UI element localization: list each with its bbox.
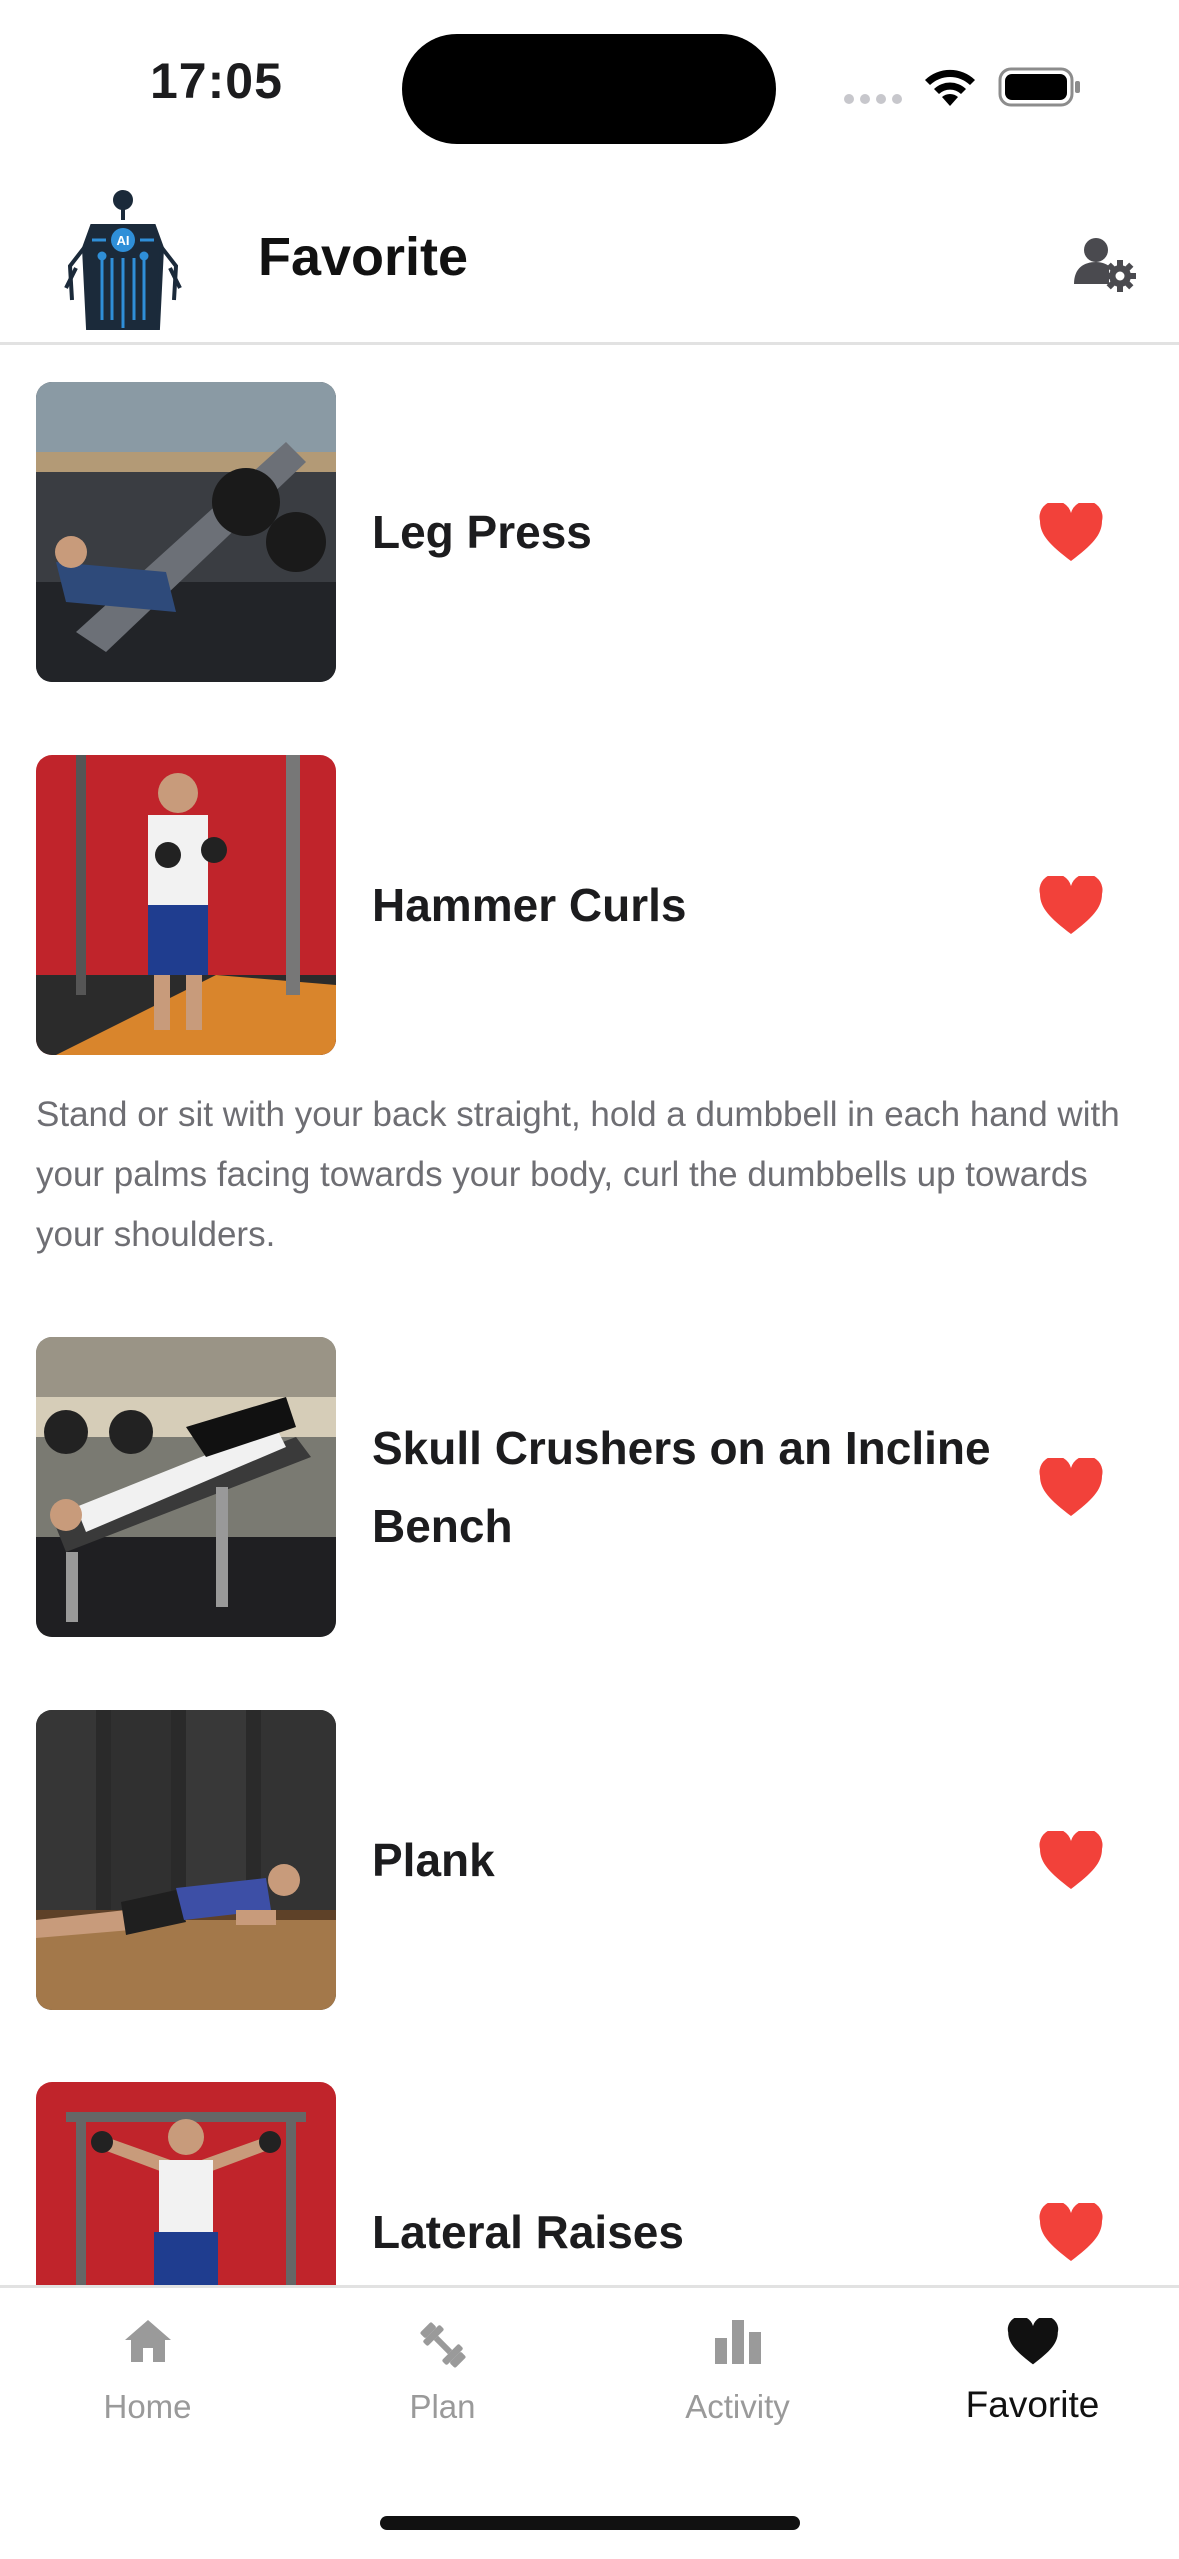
list-item[interactable]: Plank [0, 1710, 1179, 2010]
bar-chart-icon [714, 2320, 761, 2364]
dumbbell-icon [419, 2322, 466, 2368]
heart-icon[interactable] [1038, 503, 1104, 563]
exercise-thumbnail[interactable] [36, 382, 336, 682]
exercise-name: Lateral Raises [372, 2206, 684, 2258]
exercise-thumbnail[interactable] [36, 1710, 336, 2010]
exercise-name: Skull Crushers on an Incline Bench [372, 1422, 991, 1552]
tab-label: Plan [409, 2388, 476, 2425]
heart-icon[interactable] [1038, 1458, 1104, 1518]
exercise-thumbnail[interactable] [36, 755, 336, 1055]
tab-favorite[interactable]: Favorite [885, 2288, 1179, 2468]
list-item[interactable]: Hammer Curls Stand or sit with your back… [0, 755, 1179, 1265]
exercise-name: Leg Press [372, 506, 592, 558]
exercise-name: Hammer Curls [372, 879, 687, 931]
heart-icon[interactable] [1038, 2203, 1104, 2263]
app-header: AI Favorite [0, 170, 1179, 345]
tab-plan[interactable]: Plan [295, 2288, 590, 2468]
list-item[interactable]: Skull Crushers on an Incline Bench [0, 1337, 1179, 1637]
tab-label: Activity [685, 2388, 790, 2425]
tab-label: Home [103, 2388, 192, 2425]
wifi-icon [925, 69, 975, 106]
tab-label: Favorite [965, 2384, 1100, 2425]
list-item[interactable]: Leg Press [0, 382, 1179, 682]
exercise-thumbnail[interactable] [36, 1337, 336, 1637]
favorites-list[interactable]: Leg Press Hammer Curls Stand or sit with [0, 345, 1179, 2285]
exercise-thumbnail[interactable] [36, 2082, 336, 2285]
tab-home[interactable]: Home [0, 2288, 295, 2468]
app-logo: AI [64, 190, 182, 330]
logo-text: AI [117, 233, 130, 248]
dynamic-island [402, 34, 776, 144]
exercise-name: Plank [372, 1834, 495, 1886]
status-bar: 17:05 [0, 0, 1179, 170]
exercise-description: Stand or sit with your back straight, ho… [36, 1095, 1120, 1254]
battery-icon [998, 67, 1080, 107]
cellular-signal-icon [844, 94, 902, 104]
heart-icon[interactable] [1038, 876, 1104, 936]
heart-icon [1007, 2318, 1058, 2365]
page-title: Favorite [258, 227, 469, 287]
home-icon [124, 2320, 171, 2362]
user-settings-icon[interactable] [1072, 232, 1138, 298]
home-indicator[interactable] [380, 2516, 800, 2530]
status-time: 17:05 [150, 53, 283, 109]
heart-icon[interactable] [1038, 1831, 1104, 1891]
tab-activity[interactable]: Activity [590, 2288, 885, 2468]
list-item[interactable]: Lateral Raises [0, 2082, 1179, 2285]
